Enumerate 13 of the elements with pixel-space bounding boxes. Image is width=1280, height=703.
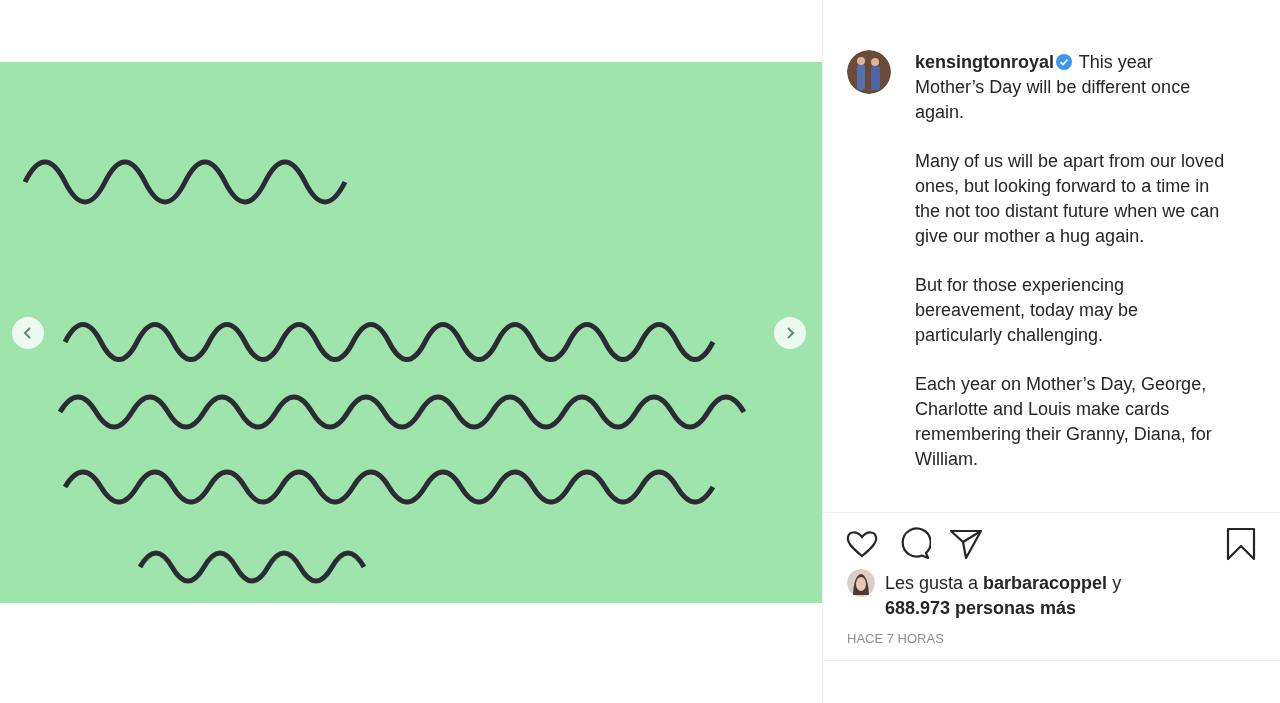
caption-text: But for those experiencing bereavement, today may be particularly challenging. [915, 274, 1140, 347]
avatar[interactable] [847, 569, 875, 597]
caption-text: kensingtonroyal This year Mother’s Day will be different once again. [915, 51, 1192, 124]
avatar[interactable] [847, 50, 891, 94]
post-time: HACE 7 HORAS [823, 621, 1280, 661]
likes-text: Les gusta a barbaracoppel y 688.973 personas más [885, 572, 1123, 620]
chevron-right-icon [784, 326, 796, 340]
paper-plane-icon[interactable] [949, 527, 983, 561]
chevron-left-icon [22, 326, 34, 340]
bookmark-icon[interactable] [1224, 527, 1258, 561]
caption-text: Many of us will be apart from our loved ones, but looking forward to a time in the not too distant future when we can give our mother a hug again. [915, 150, 1226, 248]
username-link[interactable]: kensingtonroyal [915, 52, 1055, 72]
caption-text: Each year on Mother’s Day, George, Charlotte and Louis make cards remembering their Granny, Diana, for William. [915, 373, 1213, 471]
